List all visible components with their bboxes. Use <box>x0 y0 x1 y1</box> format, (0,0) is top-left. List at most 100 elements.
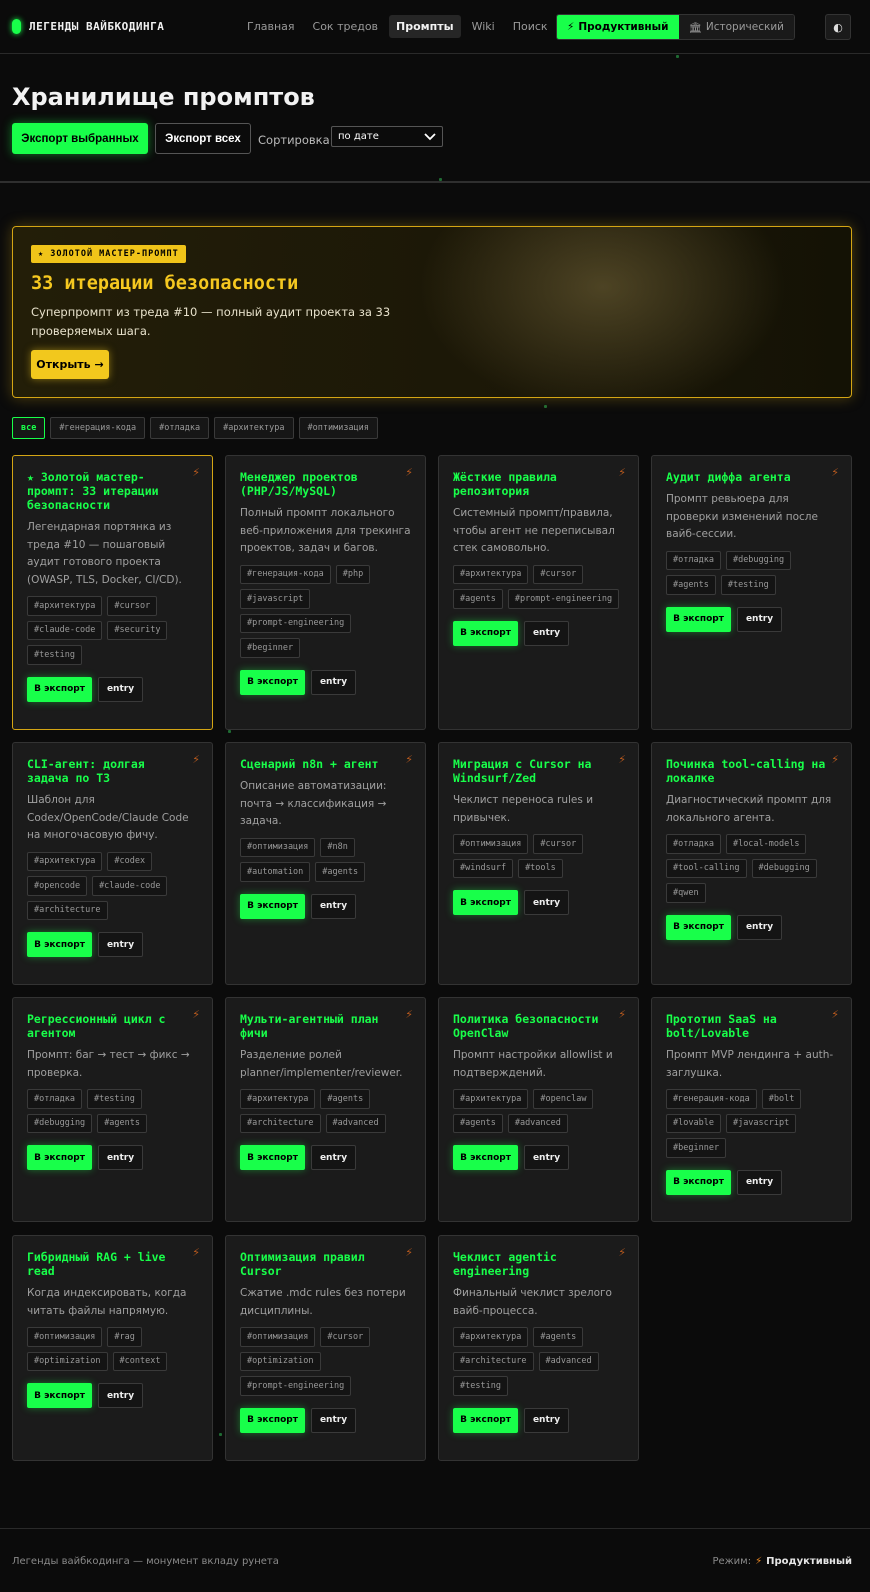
tag-chip[interactable]: #agents <box>97 1113 148 1133</box>
tag-chip[interactable]: #оптимизация <box>240 1327 316 1347</box>
entry-button[interactable]: entry <box>524 890 569 915</box>
menu-item-threads[interactable]: Сок тредов <box>306 15 386 38</box>
tag-chip[interactable]: #qwen <box>666 883 706 903</box>
menu-item-search[interactable]: Поиск <box>506 15 555 38</box>
tag-chip[interactable]: #debugging <box>751 858 817 878</box>
tag-chip[interactable]: #cursor <box>320 1327 371 1347</box>
card-title[interactable]: Регрессионный цикл с агентом <box>27 1012 187 1040</box>
tag-chip[interactable]: #cursor <box>107 596 158 616</box>
tag-chip[interactable]: #lovable <box>666 1113 721 1133</box>
entry-button[interactable]: entry <box>311 669 356 695</box>
tag-chip[interactable]: #cursor <box>533 834 584 854</box>
tag-chip[interactable]: #tools <box>518 858 563 878</box>
tag-chip[interactable]: #codex <box>107 851 153 871</box>
tag-chip[interactable]: #agents <box>666 575 716 595</box>
tag-chip[interactable]: #bolt <box>761 1089 802 1109</box>
theme-toggle-button[interactable]: ◐ <box>825 14 851 40</box>
tag-chip[interactable]: #rag <box>107 1327 142 1347</box>
add-to-export-button[interactable]: В экспорт <box>666 914 731 940</box>
card-title[interactable]: Мульти-агентный план фичи <box>240 1012 400 1040</box>
add-to-export-button[interactable]: В экспорт <box>453 1407 518 1433</box>
tag-chip[interactable]: #beginner <box>240 638 301 658</box>
filter-codegen[interactable]: #генерация-кода <box>50 417 146 439</box>
filter-optimization[interactable]: #оптимизация <box>298 417 378 439</box>
prompt-card[interactable]: ⚡ ★ Золотой мастер-промпт: 33 итерации бе… <box>12 455 213 730</box>
prompt-card[interactable]: ⚡ Починка tool-calling на локалке Диагност… <box>651 742 852 985</box>
add-to-export-button[interactable]: В экспорт <box>27 1145 92 1170</box>
tag-chip[interactable]: #javascript <box>725 1113 797 1133</box>
entry-button[interactable]: entry <box>524 620 569 646</box>
tag-chip[interactable]: #local-models <box>725 834 807 854</box>
card-title[interactable]: Оптимизация правил Cursor <box>240 1250 400 1278</box>
tag-chip[interactable]: #архитектура <box>27 851 103 871</box>
filter-architecture[interactable]: #архитектура <box>214 417 294 439</box>
tag-chip[interactable]: #opencode <box>27 876 88 896</box>
entry-button[interactable]: entry <box>737 1169 782 1195</box>
entry-button[interactable]: entry <box>737 606 782 632</box>
entry-button[interactable]: entry <box>98 676 143 702</box>
prompt-card[interactable]: ⚡ Сценарий n8n + агент Описание автоматиза… <box>225 742 426 985</box>
tag-chip[interactable]: #agents <box>315 862 366 882</box>
tag-chip[interactable]: #архитектура <box>453 1327 529 1347</box>
card-title[interactable]: Сценарий n8n + агент <box>240 757 400 771</box>
tag-chip[interactable]: #windsurf <box>453 858 514 878</box>
card-title[interactable]: Починка tool-calling на локалке <box>666 757 826 785</box>
add-to-export-button[interactable]: В экспорт <box>240 1145 305 1170</box>
entry-button[interactable]: entry <box>98 932 143 957</box>
add-to-export-button[interactable]: В экспорт <box>27 932 92 957</box>
add-to-export-button[interactable]: В экспорт <box>240 893 305 919</box>
tag-chip[interactable]: #testing <box>453 1376 508 1396</box>
tag-chip[interactable]: #архитектура <box>453 564 529 584</box>
logo[interactable]: ЛЕГЕНДЫ ВАЙБКОДИНГА <box>12 19 222 34</box>
tag-chip[interactable]: #архитектура <box>240 1089 316 1109</box>
add-to-export-button[interactable]: В экспорт <box>240 669 305 695</box>
tag-chip[interactable]: #debugging <box>27 1113 93 1133</box>
add-to-export-button[interactable]: В экспорт <box>27 676 92 702</box>
tag-chip[interactable]: #n8n <box>320 837 355 857</box>
card-title[interactable]: Политика безопасности OpenClaw <box>453 1012 613 1040</box>
entry-button[interactable]: entry <box>98 1145 143 1170</box>
tag-chip[interactable]: #php <box>335 564 371 584</box>
tag-chip[interactable]: #testing <box>86 1089 142 1109</box>
tag-chip[interactable]: #prompt-engineering <box>240 613 352 633</box>
menu-item-prompts[interactable]: Промпты <box>389 15 461 38</box>
prompt-card[interactable]: ⚡ Оптимизация правил Cursor Сжатие .mdc ru… <box>225 1235 426 1461</box>
tag-chip[interactable]: #testing <box>27 645 82 665</box>
tag-chip[interactable]: #agents <box>320 1089 371 1109</box>
add-to-export-button[interactable]: В экспорт <box>240 1407 305 1433</box>
tag-chip[interactable]: #testing <box>720 575 776 595</box>
filter-all[interactable]: все <box>12 417 46 439</box>
tag-chip[interactable]: #architecture <box>27 900 108 920</box>
tag-chip[interactable]: #tool-calling <box>666 858 747 878</box>
prompt-card[interactable]: ⚡ Политика безопасности OpenClaw Промпт на… <box>438 997 639 1222</box>
export-all-button[interactable]: Экспорт всех <box>155 123 251 154</box>
tag-chip[interactable]: #architecture <box>240 1113 321 1133</box>
card-title[interactable]: Миграция с Cursor на Windsurf/Zed <box>453 757 613 785</box>
mode-historical-button[interactable]: 🏛 Исторический <box>678 15 794 39</box>
card-title[interactable]: Менеджер проектов (PHP/JS/MySQL) <box>240 470 400 498</box>
entry-button[interactable]: entry <box>524 1407 569 1433</box>
entry-button[interactable]: entry <box>311 1407 356 1433</box>
prompt-card[interactable]: ⚡ Прототип SaaS на bolt/Lovable Промпт MVP… <box>651 997 852 1222</box>
menu-item-home[interactable]: Главная <box>240 15 302 38</box>
tag-chip[interactable]: #оптимизация <box>453 834 529 854</box>
filter-debugging[interactable]: #отладка <box>150 417 210 439</box>
tag-chip[interactable]: #context <box>112 1351 168 1371</box>
tag-chip[interactable]: #agents <box>453 1113 503 1133</box>
sort-select[interactable]: по дате <box>331 126 443 147</box>
entry-button[interactable]: entry <box>737 914 782 940</box>
menu-item-wiki[interactable]: Wiki <box>465 15 502 38</box>
open-featured-button[interactable]: Открыть → <box>31 350 109 379</box>
tag-chip[interactable]: #optimization <box>27 1351 108 1371</box>
card-title[interactable]: ★ Золотой мастер-промпт: 33 итерации без… <box>27 470 187 512</box>
add-to-export-button[interactable]: В экспорт <box>666 606 731 632</box>
entry-button[interactable]: entry <box>311 1145 356 1170</box>
tag-chip[interactable]: #optimization <box>240 1351 321 1371</box>
prompt-card[interactable]: ⚡ Мульти-агентный план фичи Разделение рол… <box>225 997 426 1222</box>
tag-chip[interactable]: #security <box>107 620 168 640</box>
prompt-card[interactable]: ⚡ Гибридный RAG + live read Когда индексир… <box>12 1235 213 1461</box>
prompt-card[interactable]: ⚡ CLI-агент: долгая задача по ТЗ Шаблон дл… <box>12 742 213 985</box>
tag-chip[interactable]: #prompt-engineering <box>507 589 620 609</box>
tag-chip[interactable]: #automation <box>240 862 311 882</box>
tag-chip[interactable]: #cursor <box>533 564 584 584</box>
